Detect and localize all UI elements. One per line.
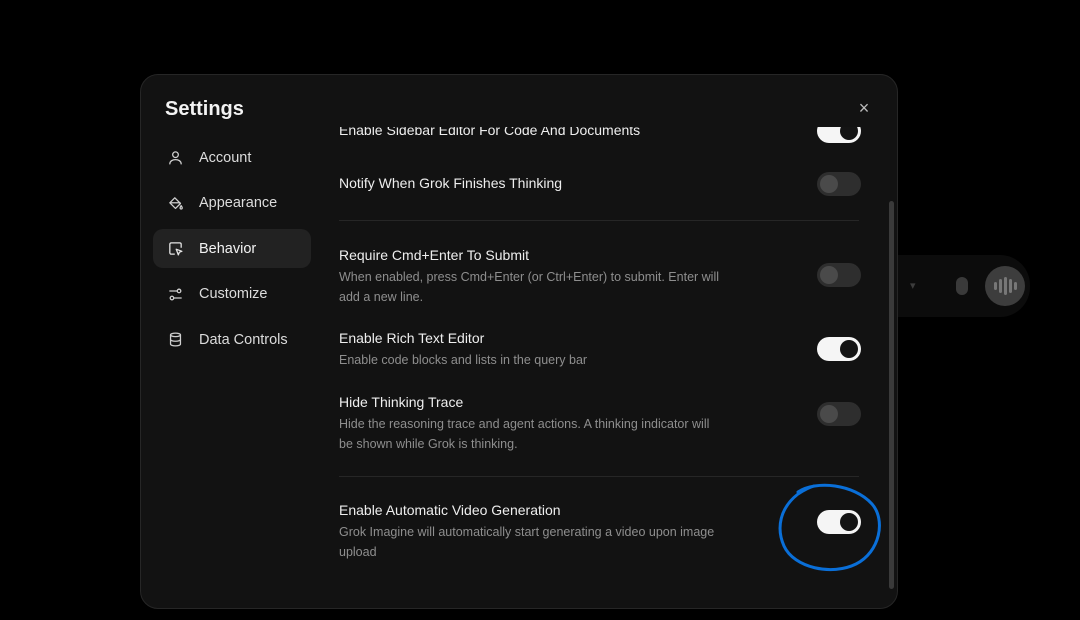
rich-text-toggle[interactable] [817,337,861,361]
setting-cmd-enter: Require Cmd+Enter To Submit When enabled… [339,247,861,307]
modal-title: Settings [165,98,244,120]
section-divider [339,476,859,477]
voice-mode-icon [985,266,1025,306]
database-icon [166,331,184,349]
scrollbar[interactable] [889,201,894,589]
sliders-icon [166,285,184,303]
setting-hide-thinking: Hide Thinking Trace Hide the reasoning t… [339,394,861,454]
setting-title: Enable Rich Text Editor [339,330,485,346]
background-composer: ▾ [880,255,1030,317]
cmd-enter-toggle[interactable] [817,263,861,287]
nav-item-label: Data Controls [199,331,288,348]
setting-description: Enable code blocks and lists in the quer… [339,353,588,367]
close-icon[interactable]: × [855,99,873,117]
setting-sidebar-editor: Enable Sidebar Editor For Code And Docum… [339,127,861,143]
microphone-icon [956,277,968,295]
app-window: ▾ Settings × Account Appearance Behavior… [0,0,1080,620]
settings-modal: Settings × Account Appearance Behavior C… [140,74,898,609]
nav-item-appearance[interactable]: Appearance [153,184,311,223]
nav-item-label: Behavior [199,240,257,257]
setting-title: Notify When Grok Finishes Thinking [339,175,563,191]
nav-item-data-controls[interactable]: Data Controls [153,320,311,359]
setting-description: Grok Imagine will automatically start ge… [339,525,715,559]
setting-description: When enabled, press Cmd+Enter (or Ctrl+E… [339,270,720,304]
setting-title: Hide Thinking Trace [339,394,464,410]
auto-video-toggle[interactable] [817,510,861,534]
settings-nav: Account Appearance Behavior Customize Da… [153,138,311,366]
setting-description: Hide the reasoning trace and agent actio… [339,417,710,451]
user-icon [166,149,184,167]
nav-item-behavior[interactable]: Behavior [153,229,311,268]
nav-item-account[interactable]: Account [153,138,311,177]
nav-item-label: Appearance [199,195,278,211]
notify-finish-toggle[interactable] [817,172,861,196]
setting-title: Enable Automatic Video Generation [339,502,561,518]
setting-rich-text: Enable Rich Text Editor Enable code bloc… [339,330,861,370]
nav-item-label: Customize [199,286,268,302]
behavior-settings-list: Enable Sidebar Editor For Code And Docum… [339,127,861,608]
setting-auto-video: Enable Automatic Video Generation Grok I… [339,502,861,562]
setting-title: Enable Sidebar Editor For Code And Docum… [339,127,641,138]
section-divider [339,220,859,221]
cursor-box-icon [166,240,184,258]
hide-thinking-toggle[interactable] [817,402,861,426]
setting-notify-finish: Notify When Grok Finishes Thinking [339,172,861,196]
sidebar-editor-toggle[interactable] [817,127,861,143]
nav-item-label: Account [199,149,252,166]
chevron-down-icon: ▾ [910,280,916,292]
setting-title: Require Cmd+Enter To Submit [339,247,529,263]
paint-bucket-icon [166,194,184,212]
nav-item-customize[interactable]: Customize [153,275,311,314]
